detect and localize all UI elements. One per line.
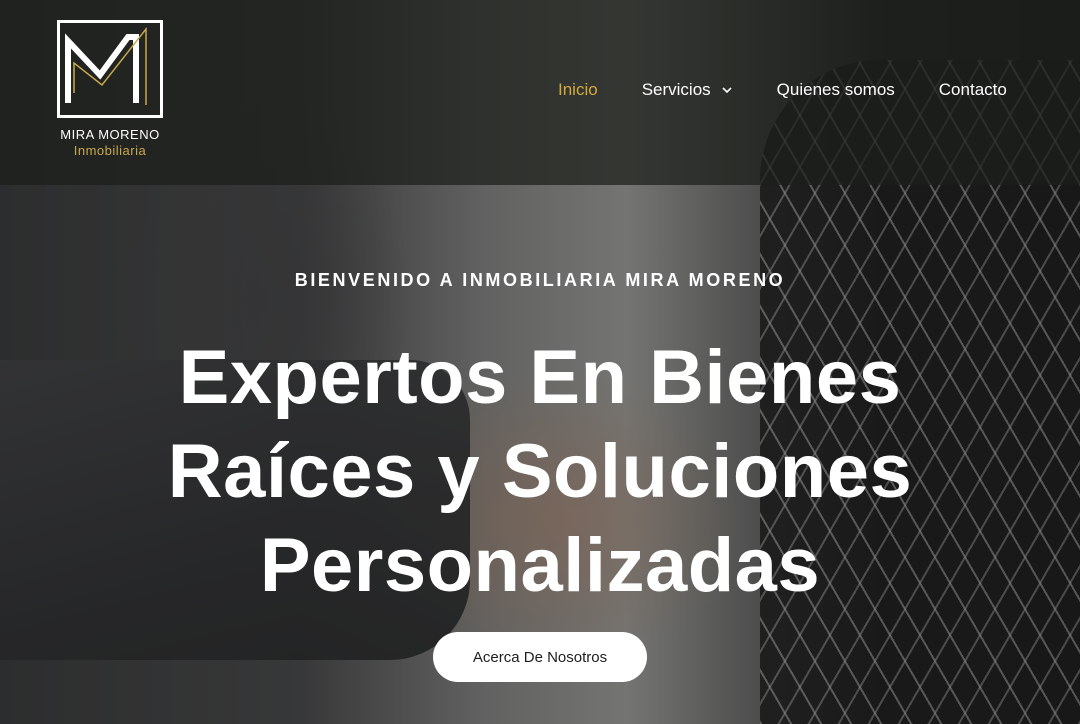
nav-item-label: Servicios [641, 80, 711, 99]
hero-headline: Expertos En Bienes Raíces y Soluciones P… [0, 331, 1080, 613]
logo-mark-icon [57, 20, 163, 118]
hero-headline-line: Personalizadas [259, 523, 821, 608]
hero-eyebrow: BIENVENIDO A INMOBILIARIA MIRA MORENO [294, 270, 786, 290]
chevron-down-icon [722, 87, 732, 94]
nav-item-quienes-somos[interactable]: Quienes somos [777, 80, 895, 100]
about-us-button[interactable]: Acerca De Nosotros [433, 632, 647, 682]
hero-headline-line: Expertos En Bienes [178, 335, 902, 420]
brand-name: MIRA MORENO [60, 127, 160, 142]
brand-tagline: Inmobiliaria [73, 143, 147, 158]
nav-item-contacto[interactable]: Contacto [939, 80, 1007, 100]
nav-item-servicios[interactable]: Servicios [642, 80, 733, 100]
hero-headline-line: Raíces y Soluciones [167, 429, 913, 514]
nav-item-inicio[interactable]: Inicio [558, 80, 598, 100]
nav-item-label: Inicio [558, 80, 598, 99]
hero-section: BIENVENIDO A INMOBILIARIA MIRA MORENO Ex… [0, 270, 1080, 613]
site-header: MIRA MORENO Inmobiliaria Inicio Servicio… [0, 0, 1080, 185]
brand-logo[interactable]: MIRA MORENO Inmobiliaria [55, 20, 165, 165]
nav-item-label: Contacto [938, 80, 1007, 99]
main-nav: Inicio Servicios Quienes somos Contacto [558, 80, 1007, 100]
nav-item-label: Quienes somos [776, 80, 895, 99]
